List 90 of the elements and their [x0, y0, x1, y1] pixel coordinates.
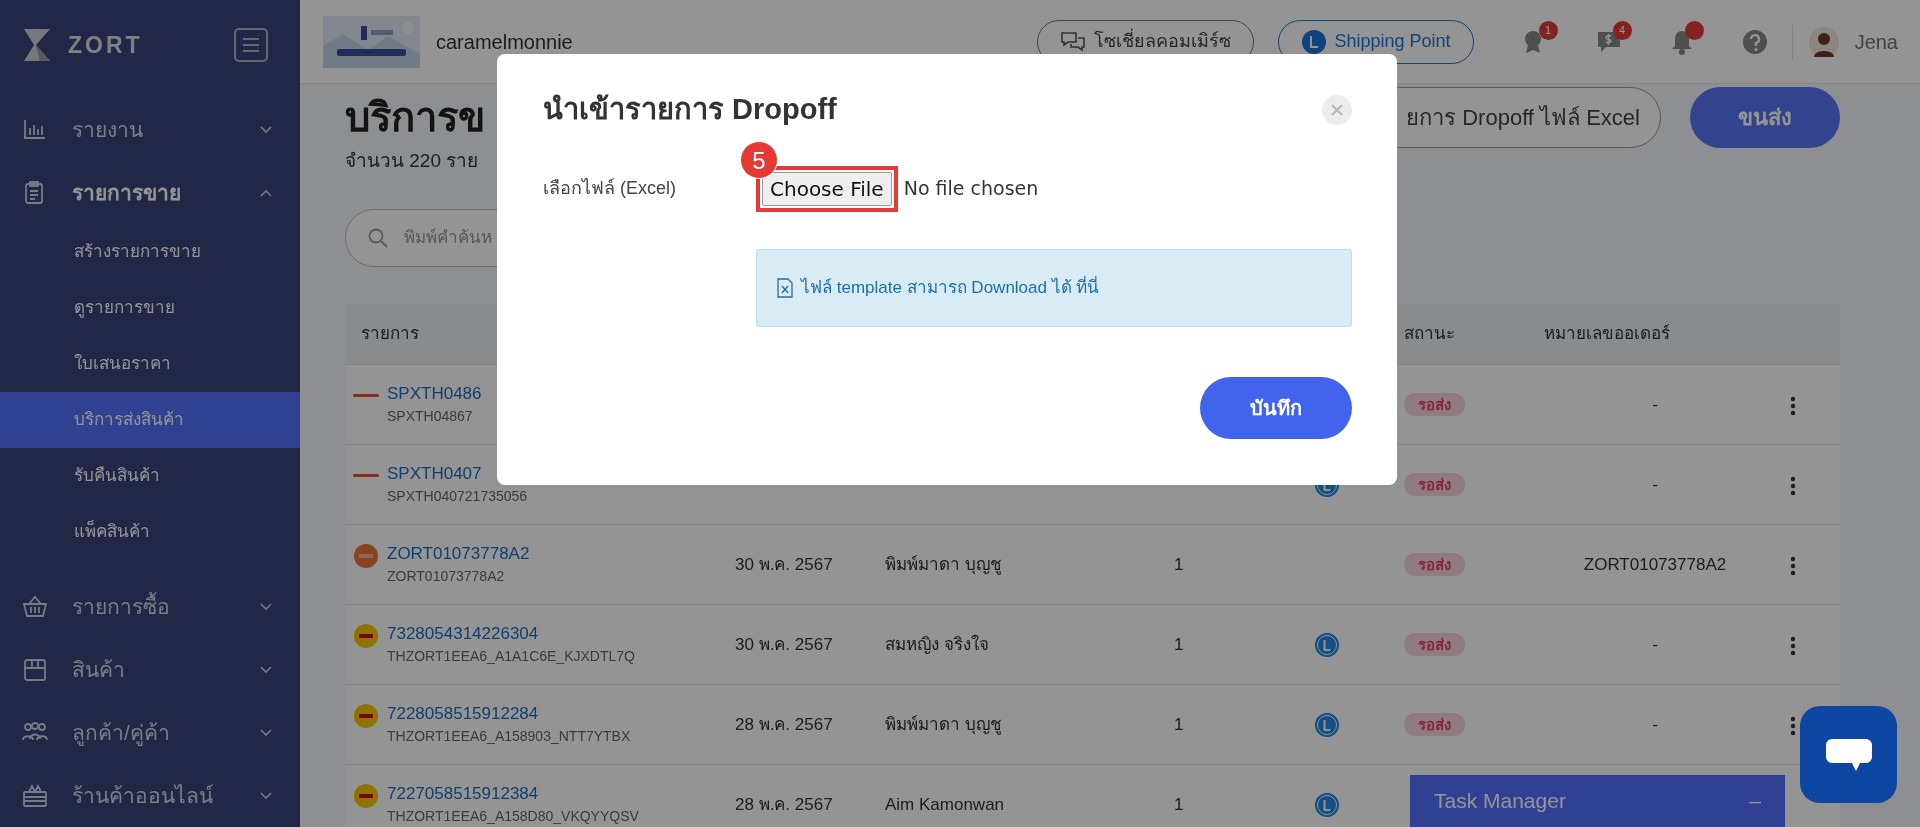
sidebar-subitem[interactable]: สร้างรายการขาย — [0, 224, 300, 280]
logo-icon — [22, 27, 52, 63]
order-number: ZORT01073778A2 — [1583, 554, 1727, 574]
sidebar-item[interactable]: รายงาน — [0, 98, 300, 161]
quantity-cell-text: 1 — [1173, 793, 1185, 816]
shop-icon — [22, 782, 48, 809]
more-icon — [1790, 396, 1796, 416]
quantity-cell-text: 1 — [1173, 553, 1185, 576]
chevron-up-icon — [260, 188, 272, 197]
sidebar-subitem[interactable]: ดูรายการขาย — [0, 280, 300, 336]
chevron-down-icon — [260, 728, 272, 737]
order-number: - — [1652, 714, 1658, 734]
tracking-link[interactable]: 7227058515912384 — [387, 782, 639, 805]
sidebar-item[interactable]: สินค้า — [0, 638, 300, 701]
brand-name: ZORT — [68, 30, 143, 60]
sidebar-item[interactable]: รายการขาย — [0, 161, 300, 224]
quantity-cell-text: 1 — [1173, 713, 1185, 736]
reference-number: THZORT1EEA6_A1A1C6E_KJXDTL7Q — [387, 646, 635, 666]
excel-file-icon — [777, 277, 793, 298]
chevron-down-icon — [260, 791, 272, 800]
date-cell-text: 30 พ.ค. 2567 — [735, 553, 834, 576]
order-number: - — [1652, 394, 1658, 414]
quantity-cell-text: 1 — [1173, 633, 1185, 656]
chat-icon — [1059, 30, 1086, 53]
status-label: รอส่ง — [1404, 632, 1465, 656]
chevron-down-icon — [260, 665, 272, 674]
field-label: เลือกไฟล์ (Excel) — [543, 177, 677, 200]
reference-number: SPXTH040721735056 — [387, 486, 528, 506]
status-label: รอส่ง — [1404, 472, 1465, 496]
chevron-down-icon — [260, 602, 272, 611]
reference-number: THZORT1EEA6_A158D80_VKQYYQSV — [387, 806, 639, 826]
customer-name: สมหญิง จริงใจ — [885, 633, 990, 656]
notification-badge: 1 — [1538, 20, 1558, 40]
order-number: - — [1652, 634, 1658, 654]
tracking-link[interactable]: ZORT01073778A2 — [387, 542, 530, 565]
basket-icon — [22, 593, 48, 620]
sidebar-item[interactable]: รายการซื้อ — [0, 575, 300, 638]
chat-button[interactable] — [1800, 706, 1897, 803]
file-status: No file chosen — [903, 176, 1039, 202]
download-link[interactable]: ไฟล์ template สามารถ Download ได้ ที่นี่ — [801, 274, 1100, 301]
menu-icon — [234, 28, 268, 62]
shipping-button[interactable]: ขนส่ง — [1690, 87, 1840, 148]
column-header: หมายเลขออเดอร์ — [1543, 323, 1671, 346]
status-label: รอส่ง — [1404, 392, 1465, 416]
sidebar-item[interactable]: ลูกค้า/คู่ค้า — [0, 701, 300, 764]
collapse-toggle[interactable]: – — [1749, 785, 1761, 817]
chevron-down-icon — [260, 125, 272, 134]
customer-name: Aim Kamonwan — [885, 793, 1006, 816]
column-header: รายการ — [360, 323, 420, 346]
reference-number: THZORT1EEA6_A158903_NTT7YTBX — [387, 726, 631, 746]
page-title: บริการข — [345, 94, 485, 141]
sidebar-subitem[interactable]: บริการส่งสินค้า — [0, 392, 300, 448]
more-icon — [1790, 556, 1796, 576]
more-icon — [1790, 476, 1796, 496]
customer-name: พิมพ์มาดา บุญชู — [885, 713, 1003, 737]
tracking-link[interactable]: SPXTH0486 — [387, 382, 482, 405]
close-icon — [1331, 103, 1343, 116]
sidebar-subitem[interactable]: แพ็คสินค้า — [0, 504, 300, 560]
tracking-link[interactable]: 7328054314226304 — [387, 622, 635, 645]
order-number: - — [1652, 474, 1658, 494]
customer-name: พิมพ์มาดา บุญชู — [885, 553, 1003, 577]
sidebar-subitem[interactable]: ใบเสนอราคา — [0, 336, 300, 392]
search-icon — [368, 228, 388, 248]
store-name: caramelmonnie — [436, 29, 574, 55]
status-label: รอส่ง — [1404, 552, 1465, 576]
record-count: จำนวน 220 ราย — [345, 149, 480, 173]
date-cell-text: 28 พ.ค. 2567 — [735, 793, 834, 816]
sidebar-item[interactable]: ร้านค้าออนไลน์ — [0, 764, 300, 827]
step-badge: 5 — [740, 140, 778, 179]
user-name[interactable]: Jena — [1854, 26, 1898, 57]
column-header: สถานะ — [1403, 323, 1456, 346]
reference-number: ZORT01073778A2 — [387, 566, 506, 586]
notification-badge: 4 — [1612, 20, 1632, 40]
status-label: รอส่ง — [1404, 712, 1465, 736]
sidebar-subitem[interactable]: รับคืนสินค้า — [0, 448, 300, 504]
reference-number: SPXTH04867 — [387, 406, 474, 426]
menu-button[interactable] — [234, 28, 268, 62]
date-cell-text: 28 พ.ค. 2567 — [735, 713, 834, 736]
task-manager-title: Task Manager — [1434, 788, 1566, 815]
choose-file-button[interactable]: Choose File — [762, 171, 892, 206]
task-manager-bar[interactable]: Task Manager – — [1410, 775, 1785, 827]
dialog-title: นำเข้ารายการ Dropoff — [543, 92, 837, 127]
help-icon — [1741, 28, 1768, 55]
date-cell-text: 30 พ.ค. 2567 — [735, 633, 834, 656]
more-icon — [1790, 716, 1796, 736]
tracking-link[interactable]: 7228058515912284 — [387, 702, 631, 725]
avatar-icon — [1808, 26, 1839, 57]
more-icon — [1790, 636, 1796, 656]
box-icon — [22, 656, 48, 683]
save-button[interactable]: บันทึก — [1200, 376, 1352, 439]
